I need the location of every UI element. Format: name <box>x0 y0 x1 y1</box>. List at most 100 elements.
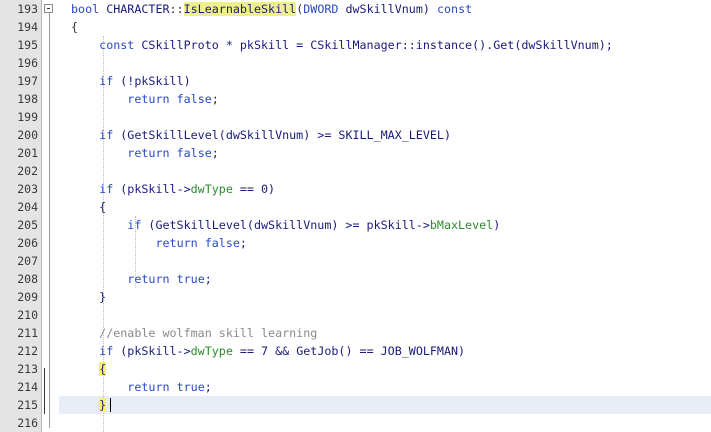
code-line[interactable]: 210 <box>0 306 711 324</box>
line-number: 214 <box>17 380 38 394</box>
line-code[interactable]: if (!pkSkill) <box>71 72 191 90</box>
code-line[interactable]: 209 } <box>0 288 711 306</box>
line-number: 197 <box>17 74 38 88</box>
line-number: 203 <box>17 182 38 196</box>
line-code[interactable]: bool CHARACTER::IsLearnableSkill(DWORD d… <box>71 0 472 18</box>
code-token: == 0) <box>232 182 276 196</box>
line-code[interactable]: return true; <box>71 270 211 288</box>
code-token: true <box>176 380 205 394</box>
line-code[interactable]: } <box>71 288 106 306</box>
line-number: 213 <box>17 362 38 376</box>
code-editor[interactable]: 193 bool CHARACTER::IsLearnableSkill(DWOR… <box>0 0 711 432</box>
code-token: if <box>99 128 114 142</box>
code-token: return <box>127 380 170 394</box>
line-code[interactable]: if (pkSkill->dwType == 0) <box>71 180 275 198</box>
text-cursor <box>110 398 111 412</box>
code-token: { <box>71 200 107 214</box>
code-token: //enable wolfman skill learning <box>99 326 318 340</box>
code-token: bMaxLevel <box>429 218 494 232</box>
code-line[interactable]: 199 <box>0 108 711 126</box>
line-number: 199 <box>17 110 38 124</box>
code-token: IsLearnableSkill <box>183 2 297 16</box>
code-line[interactable]: 205 if (GetSkillLevel(dwSkillVnum) >= pk… <box>0 216 711 234</box>
code-line[interactable]: 203 if (pkSkill->dwType == 0) <box>0 180 711 198</box>
code-token: if <box>99 74 114 88</box>
line-code[interactable]: } <box>71 396 107 414</box>
code-line[interactable]: 201 return false; <box>0 144 711 162</box>
code-token: if <box>127 218 142 232</box>
code-token: (pkSkill-> <box>113 344 191 358</box>
line-number: 209 <box>17 290 38 304</box>
code-line[interactable]: 202 <box>0 162 711 180</box>
code-line[interactable]: 211 //enable wolfman skill learning <box>0 324 711 342</box>
code-line[interactable]: 193 bool CHARACTER::IsLearnableSkill(DWOR… <box>0 0 711 18</box>
code-token: return <box>127 272 170 286</box>
line-number: 215 <box>17 398 38 412</box>
code-token: { <box>71 20 79 34</box>
code-line[interactable]: 195 const CSkillProto * pkSkill = CSkill… <box>0 36 711 54</box>
code-line[interactable]: 206 return false; <box>0 234 711 252</box>
code-token: CHARACTER <box>106 2 170 16</box>
line-number: 211 <box>17 326 38 340</box>
code-token: == 7 && GetJob() == JOB_WOLFMAN) <box>232 344 466 358</box>
code-line[interactable]: 215 } <box>0 396 711 414</box>
code-token: const <box>436 2 473 16</box>
code-line[interactable]: 208 return true; <box>0 270 711 288</box>
code-token: ; <box>204 380 212 394</box>
code-line[interactable]: 194 { <box>0 18 711 36</box>
code-token: ; <box>211 146 219 160</box>
code-line[interactable]: 216 <box>0 414 711 432</box>
line-number: 206 <box>17 236 38 250</box>
code-token: { <box>99 362 107 376</box>
line-number: 193 <box>17 2 38 16</box>
code-line[interactable]: 200 if (GetSkillLevel(dwSkillVnum) >= SK… <box>0 126 711 144</box>
line-number: 208 <box>17 272 38 286</box>
line-code[interactable]: { <box>71 198 106 216</box>
line-code[interactable]: const CSkillProto * pkSkill = CSkillMana… <box>71 36 613 54</box>
line-number: 196 <box>17 56 38 70</box>
code-line[interactable]: 212 if (pkSkill->dwType == 7 && GetJob()… <box>0 342 711 360</box>
code-token: return <box>127 92 170 106</box>
line-code[interactable]: if (pkSkill->dwType == 7 && GetJob() == … <box>71 342 465 360</box>
line-code[interactable]: { <box>71 18 78 36</box>
code-token: } <box>71 290 107 304</box>
code-token: ; <box>239 236 247 250</box>
code-token: (!pkSkill) <box>113 74 191 88</box>
line-code[interactable]: if (GetSkillLevel(dwSkillVnum) >= SKILL_… <box>71 126 451 144</box>
line-code[interactable]: return true; <box>71 378 212 396</box>
line-code[interactable]: return false; <box>71 144 219 162</box>
code-line[interactable]: 214 return true; <box>0 378 711 396</box>
line-code[interactable]: return false; <box>71 90 219 108</box>
code-token: } <box>99 398 107 412</box>
code-token: false <box>176 92 212 106</box>
code-token: bool <box>71 2 107 16</box>
code-token: (GetSkillLevel(dwSkillVnum) >= SKILL_MAX… <box>113 128 451 142</box>
line-code[interactable]: if (GetSkillLevel(dwSkillVnum) >= pkSkil… <box>71 216 500 234</box>
code-line[interactable]: 213 { <box>0 360 711 378</box>
line-code[interactable]: { <box>71 360 107 378</box>
code-token: DWORD <box>303 2 339 16</box>
code-line[interactable]: 207 <box>0 252 711 270</box>
line-number: 200 <box>17 128 38 142</box>
line-number: 212 <box>17 344 38 358</box>
code-line[interactable]: 204 { <box>0 198 711 216</box>
line-number: 195 <box>17 38 38 52</box>
line-code[interactable]: return false; <box>71 234 247 252</box>
code-token: false <box>176 146 212 160</box>
line-code[interactable]: //enable wolfman skill learning <box>71 324 317 342</box>
code-line[interactable]: 197 if (!pkSkill) <box>0 72 711 90</box>
code-line[interactable]: 198 return false; <box>0 90 711 108</box>
line-number: 198 <box>17 92 38 106</box>
code-line[interactable]: 196 <box>0 54 711 72</box>
